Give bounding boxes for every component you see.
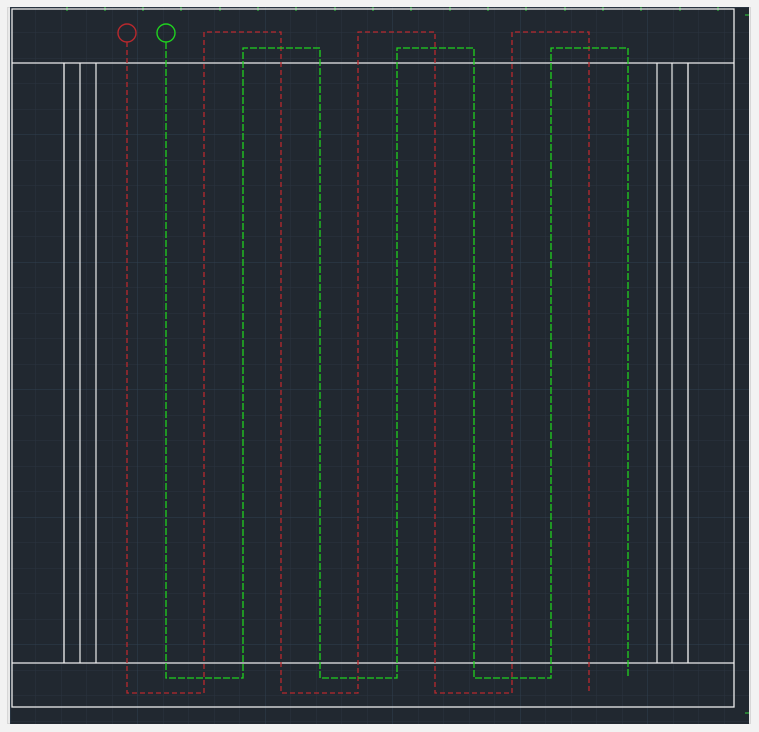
- cad-drawing-canvas[interactable]: [10, 7, 749, 724]
- cad-viewport[interactable]: [10, 7, 749, 724]
- grid-background: [10, 7, 749, 724]
